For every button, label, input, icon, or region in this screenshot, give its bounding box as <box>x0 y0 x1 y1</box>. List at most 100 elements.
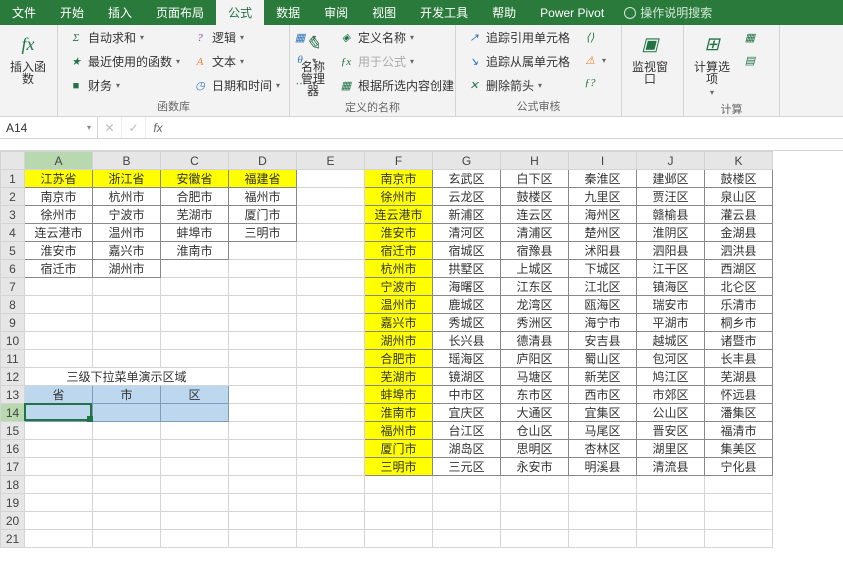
cell-J7[interactable]: 镇海区 <box>637 278 705 296</box>
cell-G13[interactable]: 中市区 <box>433 386 501 404</box>
cell-E4[interactable] <box>297 224 365 242</box>
cell-E11[interactable] <box>297 350 365 368</box>
cell-F3[interactable]: 连云港市 <box>365 206 433 224</box>
cell-D4[interactable]: 三明市 <box>229 224 297 242</box>
cell-B7[interactable] <box>93 278 161 296</box>
col-header-D[interactable]: D <box>229 152 297 170</box>
cell-A13[interactable]: 省 <box>25 386 93 404</box>
cell-G10[interactable]: 长兴县 <box>433 332 501 350</box>
cell-E14[interactable] <box>297 404 365 422</box>
tab-insert[interactable]: 插入 <box>96 0 144 25</box>
cell-G11[interactable]: 瑶海区 <box>433 350 501 368</box>
cell-J15[interactable]: 晋安区 <box>637 422 705 440</box>
cell-C1[interactable]: 安徽省 <box>161 170 229 188</box>
formula-bar-input[interactable] <box>170 117 843 138</box>
cell-K12[interactable]: 芜湖县 <box>705 368 773 386</box>
row-header-2[interactable]: 2 <box>1 188 25 206</box>
cell-H6[interactable]: 上城区 <box>501 260 569 278</box>
col-header-K[interactable]: K <box>705 152 773 170</box>
cell-D17[interactable] <box>229 458 297 476</box>
cell-C6[interactable] <box>161 260 229 278</box>
tell-me-search[interactable]: 操作说明搜索 <box>616 0 720 25</box>
cell-K16[interactable]: 集美区 <box>705 440 773 458</box>
cell-D19[interactable] <box>229 494 297 512</box>
cell-K5[interactable]: 泗洪县 <box>705 242 773 260</box>
cell-F19[interactable] <box>365 494 433 512</box>
cell-I12[interactable]: 新芜区 <box>569 368 637 386</box>
cell-E9[interactable] <box>297 314 365 332</box>
cell-D7[interactable] <box>229 278 297 296</box>
cell-D15[interactable] <box>229 422 297 440</box>
cell-B11[interactable] <box>93 350 161 368</box>
cell-B19[interactable] <box>93 494 161 512</box>
fx-button[interactable]: fx <box>146 117 170 138</box>
cell-K11[interactable]: 长丰县 <box>705 350 773 368</box>
cell-H10[interactable]: 德清县 <box>501 332 569 350</box>
cell-I10[interactable]: 安吉县 <box>569 332 637 350</box>
cell-J12[interactable]: 鸠江区 <box>637 368 705 386</box>
cell-E20[interactable] <box>297 512 365 530</box>
cell-G4[interactable]: 清河区 <box>433 224 501 242</box>
cell-K21[interactable] <box>705 530 773 548</box>
cell-I20[interactable] <box>569 512 637 530</box>
cell-G8[interactable]: 鹿城区 <box>433 296 501 314</box>
cell-C13[interactable]: 区 <box>161 386 229 404</box>
cell-G7[interactable]: 海曙区 <box>433 278 501 296</box>
cell-C20[interactable] <box>161 512 229 530</box>
cell-B4[interactable]: 温州市 <box>93 224 161 242</box>
col-header-H[interactable]: H <box>501 152 569 170</box>
cell-I9[interactable]: 海宁市 <box>569 314 637 332</box>
cell-A11[interactable] <box>25 350 93 368</box>
cell-B18[interactable] <box>93 476 161 494</box>
cell-B16[interactable] <box>93 440 161 458</box>
cell-B5[interactable]: 嘉兴市 <box>93 242 161 260</box>
cell-F13[interactable]: 蚌埠市 <box>365 386 433 404</box>
cell-I1[interactable]: 秦淮区 <box>569 170 637 188</box>
cell-D12[interactable] <box>229 368 297 386</box>
cell-H7[interactable]: 江东区 <box>501 278 569 296</box>
cell-J11[interactable]: 包河区 <box>637 350 705 368</box>
cell-C19[interactable] <box>161 494 229 512</box>
cell-J14[interactable]: 公山区 <box>637 404 705 422</box>
cell-B17[interactable] <box>93 458 161 476</box>
cell-K2[interactable]: 泉山区 <box>705 188 773 206</box>
cell-F9[interactable]: 嘉兴市 <box>365 314 433 332</box>
cell-J1[interactable]: 建邺区 <box>637 170 705 188</box>
cell-K18[interactable] <box>705 476 773 494</box>
cell-I16[interactable]: 杏林区 <box>569 440 637 458</box>
tab-review[interactable]: 审阅 <box>312 0 360 25</box>
cell-A21[interactable] <box>25 530 93 548</box>
cell-H15[interactable]: 仓山区 <box>501 422 569 440</box>
cell-K17[interactable]: 宁化县 <box>705 458 773 476</box>
cell-D10[interactable] <box>229 332 297 350</box>
cell-F5[interactable]: 宿迁市 <box>365 242 433 260</box>
datetime-button[interactable]: ◷日期和时间▾ <box>188 75 284 96</box>
cell-K10[interactable]: 诸暨市 <box>705 332 773 350</box>
cell-G21[interactable] <box>433 530 501 548</box>
cell-D5[interactable] <box>229 242 297 260</box>
name-box-dropdown-icon[interactable]: ▾ <box>87 123 91 132</box>
cell-F15[interactable]: 福州市 <box>365 422 433 440</box>
cell-J5[interactable]: 泗阳县 <box>637 242 705 260</box>
cell-A4[interactable]: 连云港市 <box>25 224 93 242</box>
cell-F12[interactable]: 芜湖市 <box>365 368 433 386</box>
tab-pivot[interactable]: Power Pivot <box>528 0 616 25</box>
cell-B8[interactable] <box>93 296 161 314</box>
cell-G12[interactable]: 镜湖区 <box>433 368 501 386</box>
cell-G2[interactable]: 云龙区 <box>433 188 501 206</box>
cell-I18[interactable] <box>569 476 637 494</box>
cell-F6[interactable]: 杭州市 <box>365 260 433 278</box>
recent-button[interactable]: ★最近使用的函数▾ <box>64 51 184 72</box>
cell-K9[interactable]: 桐乡市 <box>705 314 773 332</box>
cell-D6[interactable] <box>229 260 297 278</box>
cell-A9[interactable] <box>25 314 93 332</box>
cell-I21[interactable] <box>569 530 637 548</box>
cell-D13[interactable] <box>229 386 297 404</box>
cell-H18[interactable] <box>501 476 569 494</box>
tab-view[interactable]: 视图 <box>360 0 408 25</box>
cell-C15[interactable] <box>161 422 229 440</box>
cell-C10[interactable] <box>161 332 229 350</box>
tab-layout[interactable]: 页面布局 <box>144 0 216 25</box>
cell-B10[interactable] <box>93 332 161 350</box>
row-header-21[interactable]: 21 <box>1 530 25 548</box>
